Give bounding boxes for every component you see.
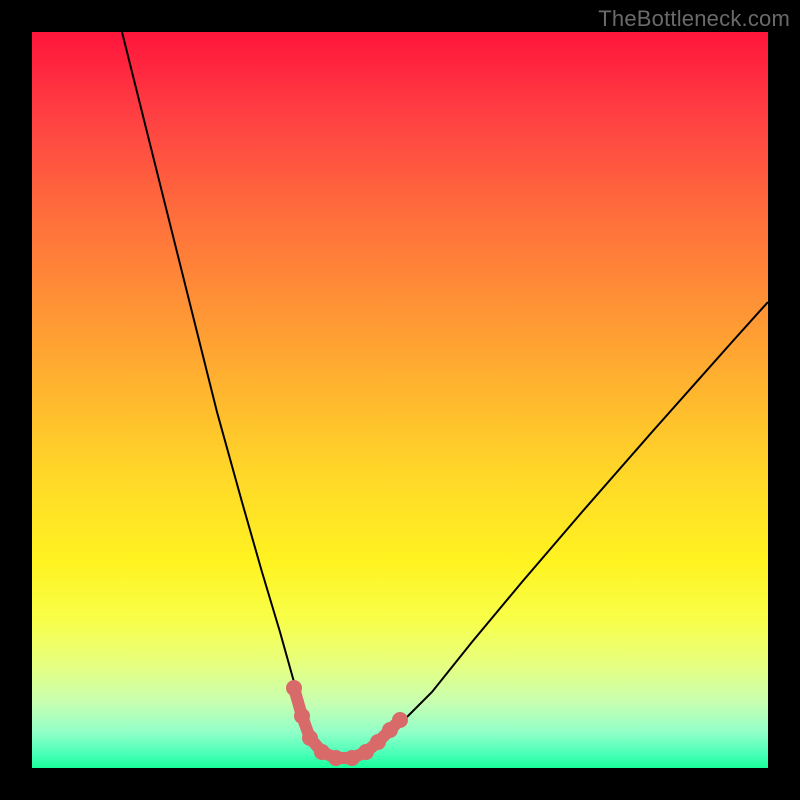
valley-marker [370,734,386,750]
valley-marker [314,744,330,760]
bottleneck-curve [122,32,768,758]
valley-marker [328,750,344,766]
gradient-plot-area [32,32,768,768]
valley-markers-group [286,680,408,766]
outer-frame: TheBottleneck.com [0,0,800,800]
watermark-text: TheBottleneck.com [598,6,790,32]
chart-svg [32,32,768,768]
valley-marker [294,708,310,724]
valley-marker [344,750,360,766]
valley-marker [392,712,408,728]
valley-marker-link [294,688,400,758]
valley-marker [302,730,318,746]
valley-marker [286,680,302,696]
